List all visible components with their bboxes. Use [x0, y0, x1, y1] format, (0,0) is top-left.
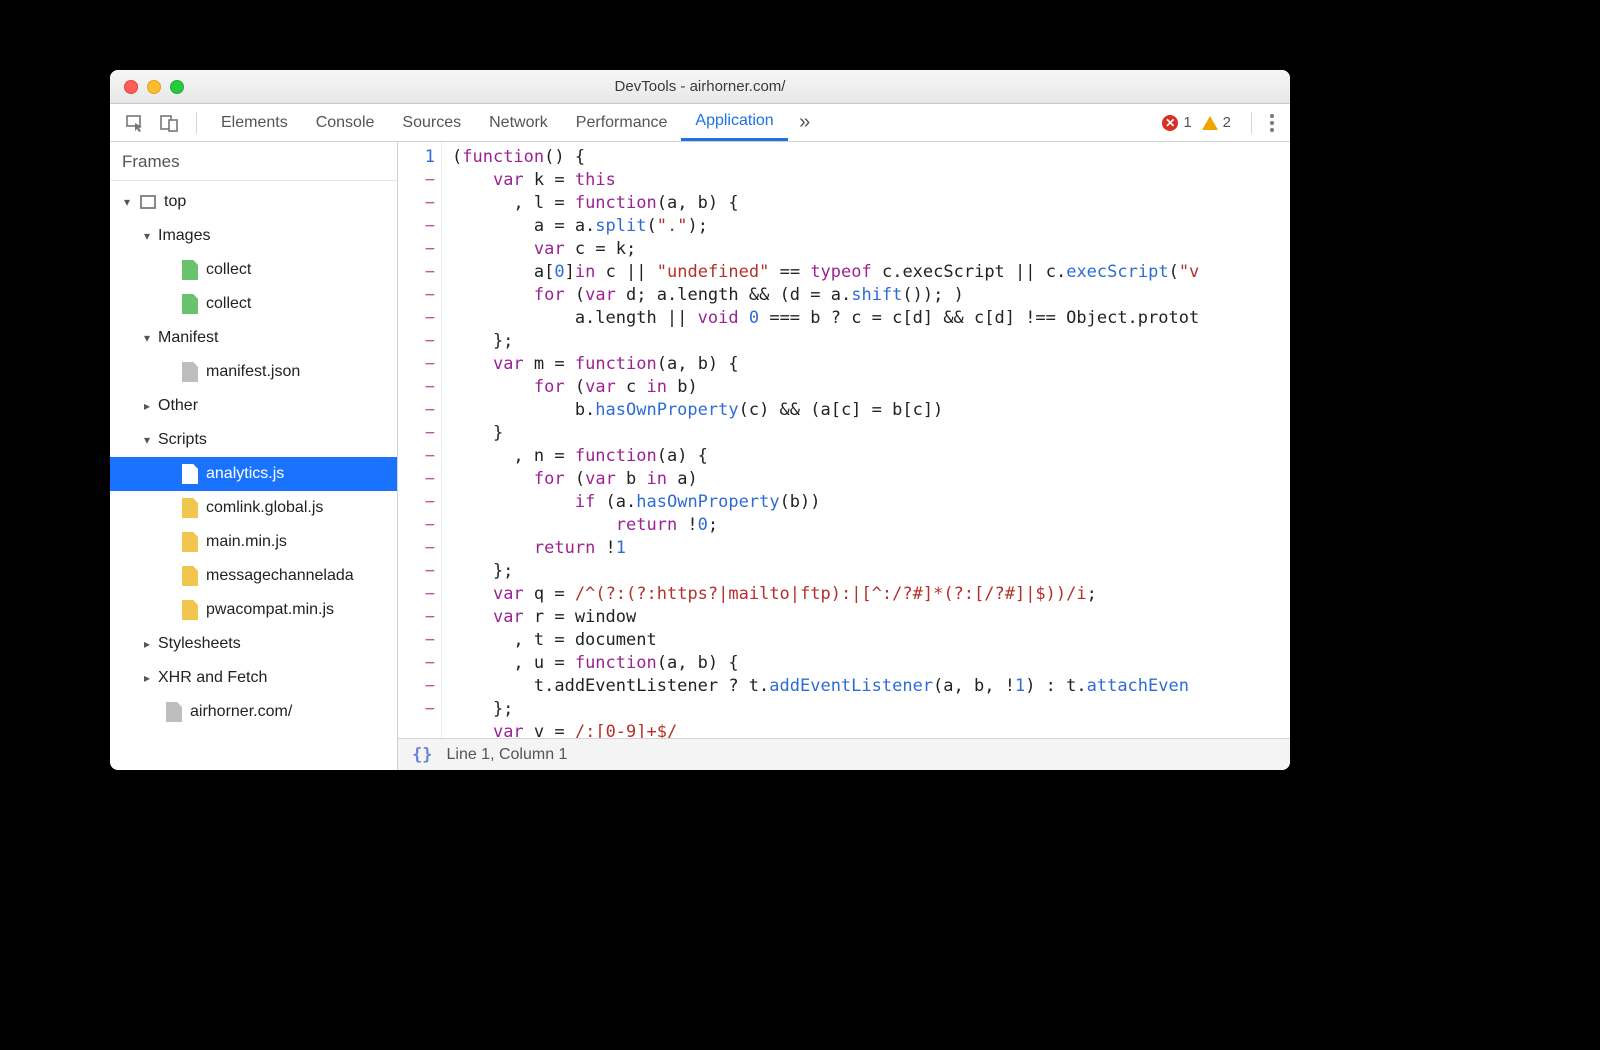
window-title: DevTools - airhorner.com/ — [110, 78, 1290, 95]
tree-file[interactable]: main.min.js — [110, 525, 397, 559]
disclosure-icon — [144, 669, 158, 687]
devtools-toolbar: ElementsConsoleSourcesNetworkPerformance… — [110, 104, 1290, 142]
source-panel: 1 − − − − − − − − − − − − − − − − − − − … — [398, 142, 1290, 770]
tree-label: pwacompat.min.js — [206, 601, 334, 619]
disclosure-icon — [144, 431, 158, 449]
devtools-window: DevTools - airhorner.com/ ElementsConsol… — [110, 70, 1290, 770]
tree-file[interactable]: analytics.js — [110, 457, 397, 491]
tree-group-images[interactable]: Images — [110, 219, 397, 253]
file-icon — [180, 498, 200, 518]
error-icon: ✕ — [1162, 115, 1178, 131]
file-icon — [180, 532, 200, 552]
panel-tabs: ElementsConsoleSourcesNetworkPerformance… — [207, 104, 788, 141]
code-content[interactable]: (function() { var k = this , l = functio… — [442, 142, 1290, 738]
line-gutter[interactable]: 1 − − − − − − − − − − − − − − − − − − − … — [398, 142, 442, 738]
tree-group-scripts[interactable]: Scripts — [110, 423, 397, 457]
tree-file[interactable]: pwacompat.min.js — [110, 593, 397, 627]
menu-icon[interactable] — [1262, 114, 1282, 132]
tree-label: Manifest — [158, 329, 218, 347]
file-icon — [180, 362, 200, 382]
tree-label: Images — [158, 227, 210, 245]
tree-file[interactable]: collect — [110, 287, 397, 321]
pretty-print-icon[interactable]: {} — [412, 745, 432, 765]
file-icon — [180, 260, 200, 280]
disclosure-icon — [144, 635, 158, 653]
error-count[interactable]: ✕ 1 — [1162, 114, 1191, 131]
tree-label: messagechannelada — [206, 567, 354, 585]
tree-label: top — [164, 193, 186, 211]
tree-file[interactable]: comlink.global.js — [110, 491, 397, 525]
tree-group-xhr[interactable]: XHR and Fetch — [110, 661, 397, 695]
tree-file[interactable]: airhorner.com/ — [110, 695, 397, 729]
tree-label: collect — [206, 295, 251, 313]
tree-label: analytics.js — [206, 465, 284, 483]
tab-network[interactable]: Network — [475, 104, 562, 141]
tree-label: Scripts — [158, 431, 207, 449]
tree-label: main.min.js — [206, 533, 287, 551]
overflow-icon[interactable]: » — [794, 112, 816, 134]
code-editor[interactable]: 1 − − − − − − − − − − − − − − − − − − − … — [398, 142, 1290, 738]
tree-label: airhorner.com/ — [190, 703, 292, 721]
tree-label: collect — [206, 261, 251, 279]
warning-icon — [1202, 116, 1218, 130]
device-icon[interactable] — [158, 112, 180, 134]
toolbar-separator — [196, 112, 197, 134]
tree-label: Stylesheets — [158, 635, 241, 653]
tab-performance[interactable]: Performance — [562, 104, 682, 141]
warning-count[interactable]: 2 — [1202, 114, 1231, 131]
tree-top-frame[interactable]: top — [110, 185, 397, 219]
cursor-position: Line 1, Column 1 — [446, 746, 567, 764]
file-icon — [180, 464, 200, 484]
disclosure-icon — [144, 397, 158, 415]
tab-console[interactable]: Console — [302, 104, 389, 141]
tab-application[interactable]: Application — [681, 104, 787, 141]
file-icon — [180, 600, 200, 620]
titlebar: DevTools - airhorner.com/ — [110, 70, 1290, 104]
warning-count-value: 2 — [1223, 114, 1231, 131]
file-icon — [164, 702, 184, 722]
tree-group-other[interactable]: Other — [110, 389, 397, 423]
toolbar-separator — [1251, 112, 1252, 134]
tree-file[interactable]: manifest.json — [110, 355, 397, 389]
file-icon — [180, 566, 200, 586]
tree-file[interactable]: collect — [110, 253, 397, 287]
panel-body: Frames top Images collect collect Manifest ma… — [110, 142, 1290, 770]
tree-group-stylesheets[interactable]: Stylesheets — [110, 627, 397, 661]
tab-elements[interactable]: Elements — [207, 104, 302, 141]
error-count-value: 1 — [1183, 114, 1191, 131]
status-bar: {} Line 1, Column 1 — [398, 738, 1290, 770]
tab-sources[interactable]: Sources — [388, 104, 475, 141]
sidebar-header: Frames — [110, 142, 397, 181]
tree-label: Other — [158, 397, 198, 415]
frames-tree[interactable]: top Images collect collect Manifest manifest.… — [110, 181, 397, 770]
disclosure-icon — [144, 227, 158, 245]
tree-group-manifest[interactable]: Manifest — [110, 321, 397, 355]
disclosure-icon — [144, 329, 158, 347]
tree-file[interactable]: messagechannelada — [110, 559, 397, 593]
frame-icon — [138, 192, 158, 212]
file-icon — [180, 294, 200, 314]
disclosure-icon — [124, 193, 138, 211]
frames-sidebar: Frames top Images collect collect Manifest ma… — [110, 142, 398, 770]
tree-label: manifest.json — [206, 363, 300, 381]
tree-label: XHR and Fetch — [158, 669, 267, 687]
inspect-icon[interactable] — [124, 112, 146, 134]
tree-label: comlink.global.js — [206, 499, 323, 517]
